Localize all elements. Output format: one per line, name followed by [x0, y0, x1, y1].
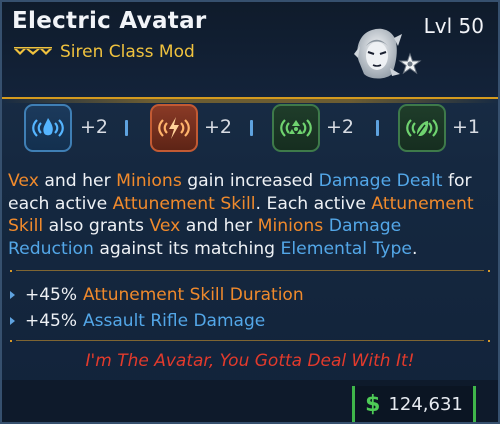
description-text: and her	[38, 171, 117, 191]
item-name: Electric Avatar	[12, 8, 207, 34]
currency-dollar-icon: $	[365, 391, 381, 417]
cryo-element-icon	[32, 118, 64, 137]
incendiary-element-chip	[150, 104, 198, 152]
keyword-attunement: Attunement	[371, 193, 474, 214]
price-amount: 124,631	[388, 393, 463, 415]
divider	[250, 120, 253, 136]
stat-list: +45% Attunement Skill Duration +45% Assa…	[8, 282, 494, 334]
section-divider	[10, 340, 490, 342]
rarity-chevrons-icon	[14, 47, 52, 55]
item-header: Electric Avatar Siren Class Mod Lvl 50	[2, 2, 498, 103]
description-line: Reduction against its matching Elemental…	[8, 238, 494, 261]
stat-row: +45% Assault Rifle Damage	[8, 308, 494, 334]
siren-portrait-icon	[354, 28, 422, 79]
radiation-element-chip	[272, 104, 320, 152]
item-description: Vex and her Minions gain increased Damag…	[8, 170, 494, 260]
corrosive-bonus-value: +1	[452, 116, 481, 138]
price-tag: $ 124,631	[352, 386, 476, 422]
divider	[125, 120, 128, 136]
divider	[376, 120, 379, 136]
keyword-minions: Minions	[257, 216, 324, 236]
item-level: Lvl 50	[423, 14, 484, 38]
description-text: . Each active	[255, 193, 372, 214]
description-line: Skill also grants Vex and her Minions Da…	[8, 215, 494, 238]
bullet-arrow-icon	[10, 317, 15, 325]
description-text: against its matching	[93, 238, 281, 259]
section-divider	[10, 270, 490, 272]
keyword-damage: Damage	[328, 216, 402, 236]
keyword-elemental-type: Elemental Type	[280, 238, 412, 259]
stat-label: Attunement Skill Duration	[83, 285, 304, 305]
stat-row: +45% Attunement Skill Duration	[8, 282, 494, 308]
price-bar: $ 124,631	[2, 380, 498, 422]
corrosive-element-icon	[406, 119, 438, 137]
keyword-damage-dealt: Damage Dealt	[318, 171, 443, 191]
description-text: and her	[180, 216, 258, 236]
bullet-arrow-icon	[10, 291, 15, 299]
keyword-vex: Vex	[8, 171, 39, 191]
element-bonus-row: +2 +2 +2 +1	[2, 102, 498, 158]
description-line: each active Attunement Skill. Each activ…	[8, 193, 494, 216]
flavor-text: I'm The Avatar, You Gotta Deal With It!	[85, 351, 415, 371]
incendiary-element-icon	[158, 117, 190, 139]
class-mod-type: Siren Class Mod	[60, 42, 195, 62]
description-text: .	[411, 238, 418, 259]
rarity-row: Siren Class Mod	[14, 42, 195, 62]
description-text: gain increased	[181, 171, 319, 191]
description-text: for	[442, 171, 472, 191]
corrosive-element-chip	[398, 104, 446, 152]
radiation-element-icon	[280, 119, 312, 137]
cryo-element-chip	[24, 104, 72, 152]
keyword-vex: Vex	[149, 216, 181, 236]
stat-value: +45%	[25, 311, 78, 331]
radiation-bonus-value: +2	[326, 116, 355, 138]
keyword-minions: Minions	[116, 171, 182, 191]
item-card: Electric Avatar Siren Class Mod Lvl 50 +…	[0, 0, 500, 424]
keyword-skill: Skill	[8, 216, 44, 236]
incendiary-bonus-value: +2	[204, 116, 233, 138]
cryo-bonus-value: +2	[80, 116, 109, 138]
keyword-reduction: Reduction	[8, 238, 94, 259]
stat-label: Assault Rifle Damage	[83, 311, 266, 331]
keyword-attunement-skill: Attunement Skill	[112, 193, 256, 214]
stat-value: +45%	[25, 285, 78, 305]
description-text: each active	[8, 193, 113, 214]
description-line: Vex and her Minions gain increased Damag…	[8, 170, 494, 193]
description-text: also grants	[43, 216, 150, 236]
